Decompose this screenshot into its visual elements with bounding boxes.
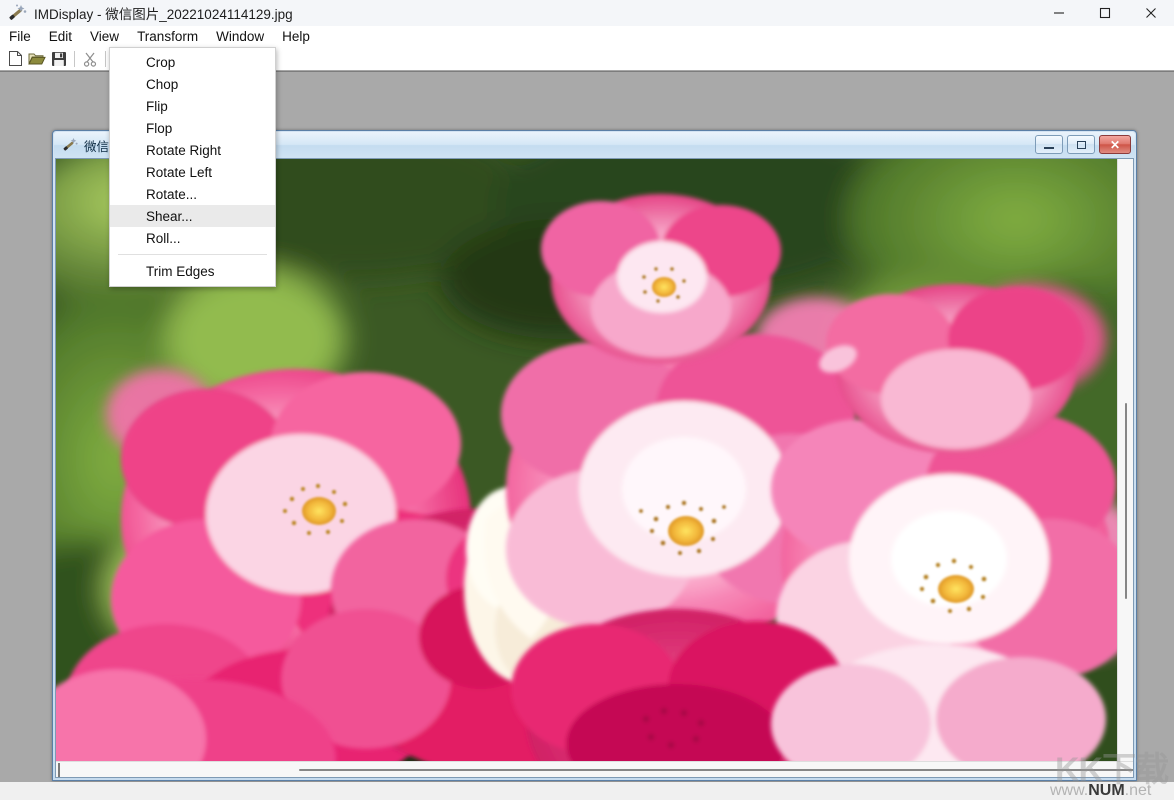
- window-controls: [1036, 0, 1174, 26]
- child-minimize-button[interactable]: [1035, 135, 1063, 154]
- save-icon[interactable]: [48, 48, 70, 70]
- menu-transform[interactable]: Transform: [128, 27, 207, 47]
- menu-item-flop[interactable]: Flop: [110, 117, 275, 139]
- menu-item-flip[interactable]: Flip: [110, 95, 275, 117]
- child-window-controls: ✕: [1035, 135, 1131, 154]
- maximize-button[interactable]: [1082, 0, 1128, 26]
- horizontal-scrollbar[interactable]: [56, 761, 1134, 777]
- cut-scissors-icon[interactable]: [79, 48, 101, 70]
- window-title: IMDisplay - 微信图片_20221024114129.jpg: [34, 3, 293, 23]
- minimize-button[interactable]: [1036, 0, 1082, 26]
- vertical-scrollbar-thumb[interactable]: [1125, 403, 1127, 599]
- toolbar-separator-2: [105, 51, 106, 67]
- menu-item-rotate[interactable]: Rotate...: [110, 183, 275, 205]
- application-window: IMDisplay - 微信图片_20221024114129.jpg File…: [0, 0, 1174, 800]
- minimize-icon: [1044, 147, 1054, 149]
- menubar: File Edit View Transform Window Help: [0, 26, 1174, 47]
- menu-item-rotate-left[interactable]: Rotate Left: [110, 161, 275, 183]
- menu-window[interactable]: Window: [207, 27, 273, 47]
- status-area: [0, 782, 1174, 800]
- close-icon: ✕: [1110, 139, 1120, 151]
- magic-wand-icon: [4, 2, 30, 24]
- toolbar-separator: [74, 51, 75, 67]
- menu-item-shear[interactable]: Shear...: [110, 205, 275, 227]
- child-close-button[interactable]: ✕: [1099, 135, 1131, 154]
- horizontal-scrollbar-thumb[interactable]: [299, 769, 1134, 771]
- scrollbar-corner-tick: [58, 763, 60, 777]
- menu-item-roll[interactable]: Roll...: [110, 227, 275, 249]
- main-titlebar: IMDisplay - 微信图片_20221024114129.jpg: [0, 0, 1174, 26]
- menu-item-trim-edges[interactable]: Trim Edges: [110, 260, 275, 282]
- new-file-icon[interactable]: [4, 48, 26, 70]
- menu-item-crop[interactable]: Crop: [110, 51, 275, 73]
- menu-view[interactable]: View: [81, 27, 128, 47]
- menu-file[interactable]: File: [0, 27, 40, 47]
- transform-dropdown-menu: Crop Chop Flip Flop Rotate Right Rotate …: [109, 47, 276, 287]
- menu-separator: [118, 254, 267, 255]
- child-restore-button[interactable]: [1067, 135, 1095, 154]
- close-button[interactable]: [1128, 0, 1174, 26]
- open-folder-icon[interactable]: [26, 48, 48, 70]
- menu-item-rotate-right[interactable]: Rotate Right: [110, 139, 275, 161]
- menu-edit[interactable]: Edit: [40, 27, 81, 47]
- restore-icon: [1077, 141, 1086, 149]
- magic-wand-icon: [60, 136, 80, 154]
- menu-help[interactable]: Help: [273, 27, 319, 47]
- vertical-scrollbar[interactable]: [1117, 159, 1133, 763]
- menu-item-chop[interactable]: Chop: [110, 73, 275, 95]
